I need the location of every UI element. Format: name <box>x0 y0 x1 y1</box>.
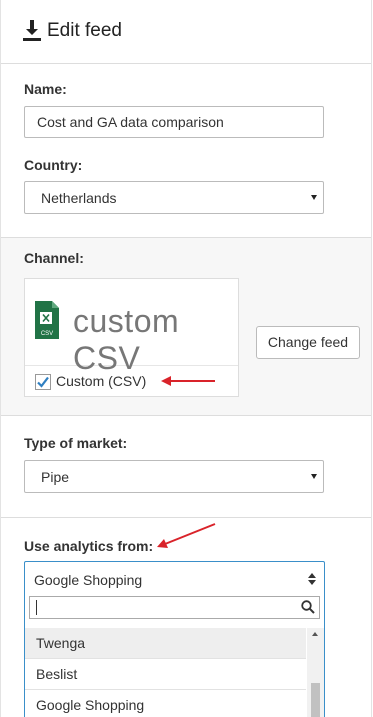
checkbox-label: Custom (CSV) <box>56 373 147 389</box>
scrollbar-thumb[interactable] <box>311 683 320 717</box>
list-item[interactable]: Google Shopping <box>25 690 306 717</box>
name-label: Name: <box>24 81 67 97</box>
change-feed-button[interactable]: Change feed <box>256 326 360 359</box>
country-label: Country: <box>24 157 83 173</box>
chevron-down-icon <box>311 195 317 200</box>
market-label: Type of market: <box>24 435 128 451</box>
channel-label: Channel: <box>24 250 84 266</box>
svg-text:CSV: CSV <box>41 331 53 337</box>
custom-csv-checkbox[interactable] <box>35 374 51 390</box>
name-input[interactable]: Cost and GA data comparison <box>24 106 324 138</box>
country-select[interactable]: Netherlands <box>24 181 324 214</box>
edit-feed-panel: Edit feed Name: Cost and GA data compari… <box>0 0 372 717</box>
dropdown-options-list: Twenga Beslist Google Shopping <box>25 628 306 717</box>
text-cursor <box>36 600 37 615</box>
page-title: Edit feed <box>47 20 122 41</box>
analytics-combobox[interactable]: Google Shopping Twenga Beslist Google Sh… <box>24 561 325 717</box>
country-selected-value: Netherlands <box>41 190 117 206</box>
chevron-down-icon <box>311 474 317 479</box>
list-item[interactable]: Twenga <box>25 628 306 659</box>
market-select[interactable]: Pipe <box>24 460 324 493</box>
list-item[interactable]: Beslist <box>25 659 306 690</box>
annotation-arrow-down-left <box>157 523 216 548</box>
logo-text: custom CSV <box>73 303 180 376</box>
analytics-selected-value: Google Shopping <box>34 572 143 588</box>
panel-header: Edit feed <box>1 0 371 64</box>
scroll-up-icon[interactable] <box>312 632 318 636</box>
analytics-label: Use analytics from: <box>24 538 154 554</box>
market-section: Type of market: Pipe <box>1 416 371 518</box>
download-icon <box>23 20 41 41</box>
annotation-arrow-left <box>161 376 215 386</box>
excel-file-icon: CSV <box>35 301 59 339</box>
checkmark-icon <box>37 376 49 388</box>
general-section: Name: Cost and GA data comparison Countr… <box>1 64 371 238</box>
sort-updown-icon <box>308 573 316 585</box>
dropdown-scrollbar[interactable] <box>307 628 324 717</box>
search-icon <box>301 600 315 614</box>
dropdown-search-input[interactable] <box>29 596 320 619</box>
market-selected-value: Pipe <box>41 469 70 485</box>
channel-logo: CSV custom CSV <box>25 279 238 376</box>
